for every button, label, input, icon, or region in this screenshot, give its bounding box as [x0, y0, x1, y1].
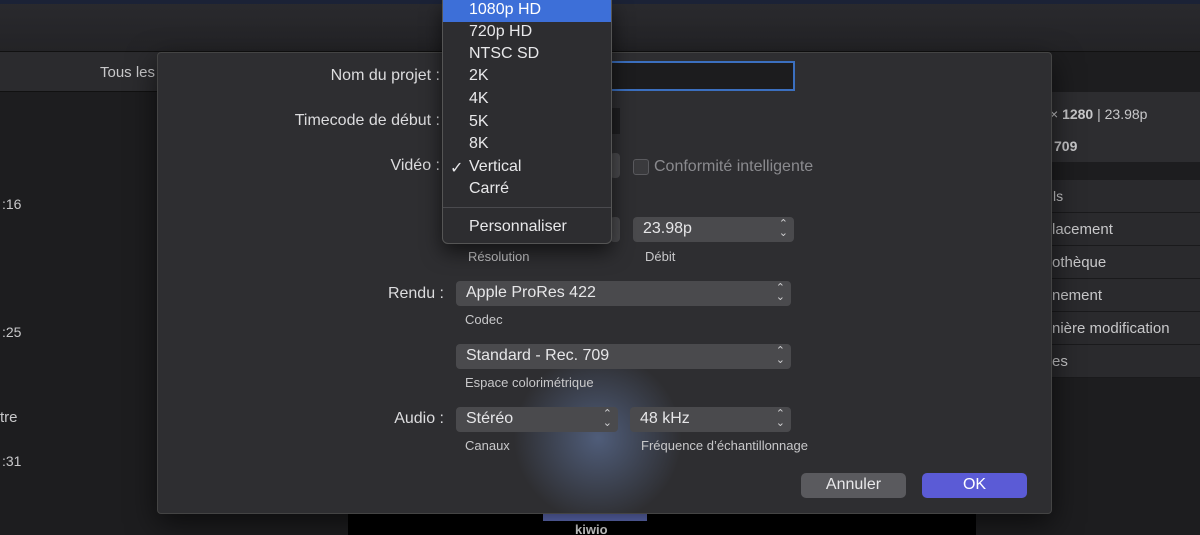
inspector-row[interactable]: othèque	[1040, 246, 1200, 279]
timecode-label: Timecode de début :	[294, 112, 440, 129]
inspector-row[interactable]: nière modification	[1040, 312, 1200, 345]
clip-duration-3: :31	[2, 453, 22, 469]
clip-duration-2: :25	[2, 324, 22, 340]
menu-item-vertical[interactable]: ✓ Vertical	[443, 157, 611, 179]
menu-item-label: 720p HD	[469, 23, 533, 40]
inspector-row-label: ls	[1053, 188, 1064, 204]
samplerate-sublabel: Fréquence d’échantillonnage	[641, 438, 808, 453]
samplerate-popup[interactable]: 48 kHz ⌃ ⌄	[630, 407, 791, 432]
viewer-preview	[348, 513, 976, 535]
menu-item-5k[interactable]: 5K	[443, 112, 611, 134]
video-format-menu: 1080p HD 720p HD NTSC SD 2K 4K 5K 8K ✓ Ve…	[442, 0, 612, 244]
menu-item-label: 4K	[469, 90, 489, 107]
inspector-row-label: es	[1052, 353, 1068, 370]
cancel-button[interactable]: Annuler	[801, 473, 906, 498]
channels-value: Stéréo	[466, 410, 514, 427]
inspector-row[interactable]: nement	[1040, 279, 1200, 312]
channels-popup[interactable]: Stéréo ⌃ ⌄	[456, 407, 618, 432]
inspector-row[interactable]: es	[1040, 345, 1200, 378]
inspector-row-label: nière modification	[1052, 320, 1170, 337]
menu-item-carre[interactable]: Carré	[443, 179, 611, 201]
menu-item-720p-hd[interactable]: 720p HD	[443, 22, 611, 44]
clip-duration-1: :16	[2, 196, 22, 212]
framerate-sublabel: Débit	[645, 249, 676, 264]
framerate-popup[interactable]: 23.98p ⌃ ⌄	[633, 217, 794, 242]
menu-item-personnaliser[interactable]: Personnaliser	[443, 217, 611, 239]
updown-chevron-icon: ⌃ ⌄	[778, 218, 788, 239]
framerate-value: 23.98p	[643, 220, 692, 237]
codec-value: Apple ProRes 422	[466, 284, 596, 301]
smart-conform-label[interactable]: Conformité intelligente	[654, 158, 813, 176]
menu-item-label: Carré	[469, 180, 510, 197]
menu-item-label: NTSC SD	[469, 45, 540, 62]
codec-popup[interactable]: Apple ProRes 422 ⌃ ⌄	[456, 281, 791, 306]
menu-item-label: Vertical	[469, 158, 522, 175]
inspector-colorspace: 709	[1054, 138, 1078, 154]
project-name-input[interactable]	[610, 61, 795, 91]
resolution-sublabel: Résolution	[468, 249, 530, 264]
colorspace-popup[interactable]: Standard - Rec. 709 ⌃ ⌄	[456, 344, 791, 369]
smart-conform-checkbox[interactable]	[633, 159, 649, 175]
inspector-framerate: | 23.98p	[1093, 106, 1148, 122]
library-sidebar: Tous les :16 :25 tre :31	[0, 52, 160, 535]
updown-chevron-icon: ⌃ ⌄	[602, 408, 612, 429]
updown-chevron-icon: ⌃ ⌄	[775, 408, 785, 429]
samplerate-value: 48 kHz	[640, 410, 690, 427]
colorspace-value: Standard - Rec. 709	[466, 347, 610, 364]
checkmark-icon: ✓	[450, 160, 464, 177]
menu-item-1080p-hd[interactable]: 1080p HD	[443, 0, 611, 22]
menu-item-label: Personnaliser	[469, 218, 567, 235]
sidebar-header-label[interactable]: Tous les	[100, 64, 155, 81]
codec-sublabel: Codec	[465, 312, 503, 327]
menu-item-4k[interactable]: 4K	[443, 89, 611, 111]
inspector-row-label: othèque	[1052, 254, 1107, 271]
audio-label: Audio :	[394, 410, 444, 427]
ok-button[interactable]: OK	[922, 473, 1027, 498]
inspector-row[interactable]: ls	[1040, 180, 1200, 213]
menu-item-label: 5K	[469, 113, 489, 130]
updown-chevron-icon: ⌃ ⌄	[775, 345, 785, 366]
menu-item-ntsc-sd[interactable]: NTSC SD	[443, 44, 611, 66]
viewer-logo-bar	[543, 513, 647, 521]
channels-sublabel: Canaux	[465, 438, 510, 453]
colorspace-sublabel: Espace colorimétrique	[465, 375, 594, 390]
video-label: Vidéo :	[390, 157, 440, 174]
updown-chevron-icon: ⌃ ⌄	[775, 282, 785, 303]
inspector-resolution: × 1280 | 23.98p	[1050, 106, 1147, 122]
inspector-row-label: lacement	[1052, 221, 1113, 238]
clip-name-fragment: tre	[0, 409, 18, 426]
menu-item-8k[interactable]: 8K	[443, 134, 611, 156]
menu-item-2k[interactable]: 2K	[443, 66, 611, 88]
menu-item-label: 2K	[469, 67, 489, 84]
viewer-logo-text: kiwio	[575, 522, 608, 535]
inspector-row-label: nement	[1052, 287, 1103, 304]
sidebar-header: Tous les	[0, 52, 160, 92]
resolution-height: 1280	[1062, 106, 1094, 122]
render-label: Rendu :	[387, 285, 444, 302]
inspector-row[interactable]: lacement	[1040, 213, 1200, 246]
inspector-summary: × 1280 | 23.98p 709	[1040, 92, 1200, 162]
inspector-pane: × 1280 | 23.98p 709 ls lacement othèque …	[1040, 52, 1200, 535]
project-name-label: Nom du projet :	[330, 67, 440, 84]
menu-item-label: 8K	[469, 135, 489, 152]
menu-item-label: 1080p HD	[469, 1, 542, 18]
menu-divider	[443, 207, 611, 208]
